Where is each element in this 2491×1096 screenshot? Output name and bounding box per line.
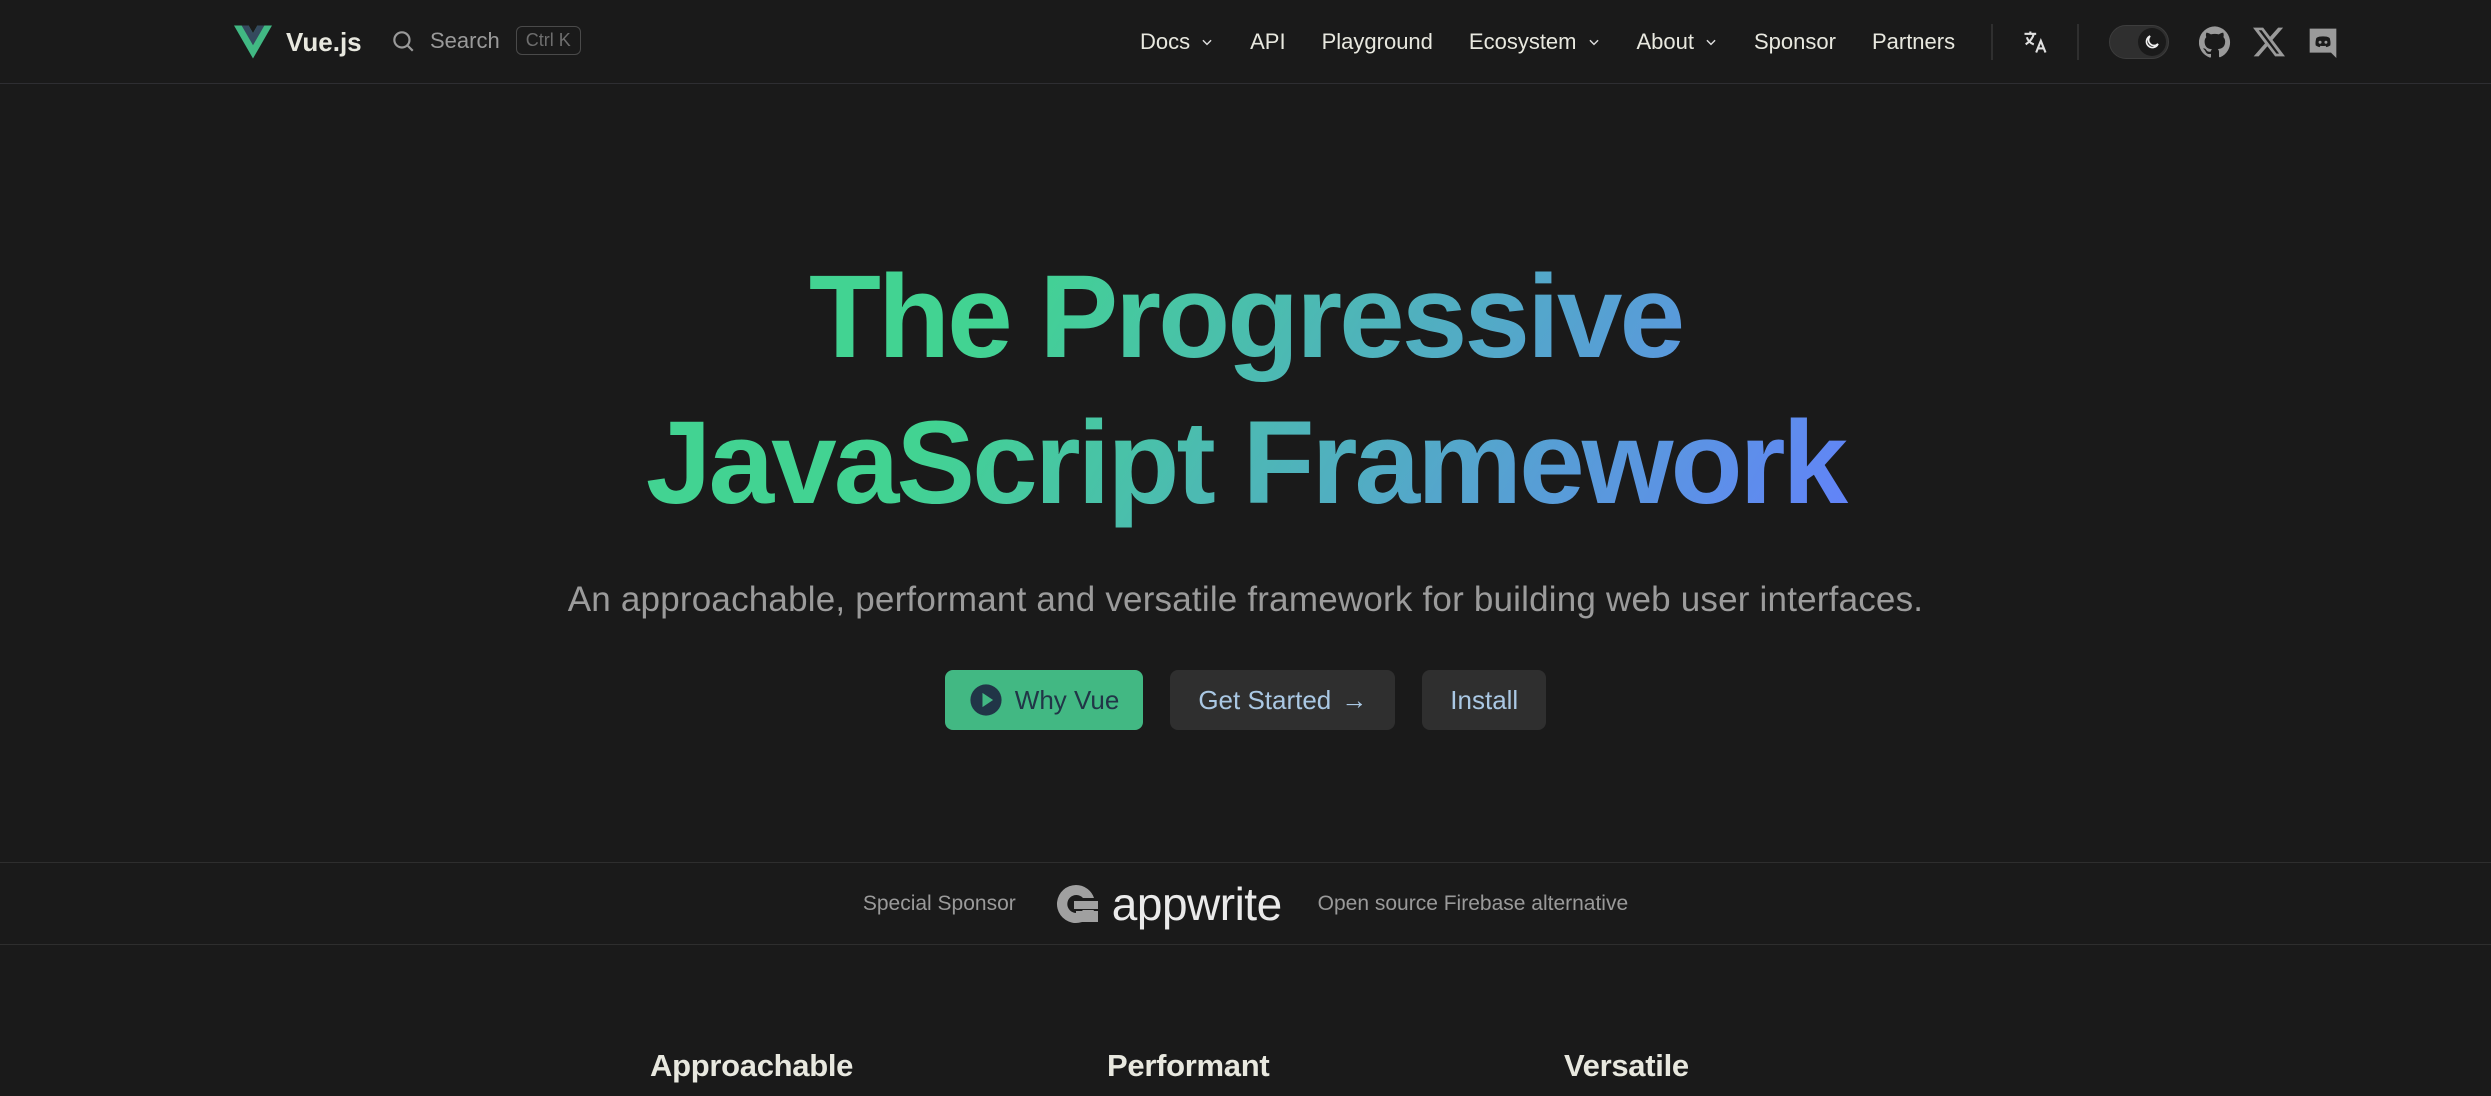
why-vue-button[interactable]: Why Vue: [944, 670, 1144, 730]
github-icon[interactable]: [2199, 26, 2231, 58]
hero-title-line-1: The Progressive: [808, 251, 1683, 383]
search-shortcut-badge: Ctrl K: [515, 26, 581, 55]
nav-link-playground[interactable]: Playground: [1322, 29, 1433, 55]
x-twitter-icon[interactable]: [2253, 26, 2286, 58]
hero-title: The Progressive JavaScript Framework: [596, 244, 1896, 536]
nav-link-ecosystem[interactable]: Ecosystem: [1469, 29, 1601, 55]
hero-section: The Progressive JavaScript Framework An …: [0, 84, 2491, 730]
dark-mode-toggle[interactable]: [2109, 25, 2170, 59]
nav-divider: [2077, 24, 2080, 60]
nav-link-sponsor[interactable]: Sponsor: [1754, 29, 1836, 55]
install-label: Install: [1450, 684, 1519, 715]
chevron-down-icon: [1588, 39, 1599, 46]
search-label: Search: [430, 27, 500, 53]
sponsor-label: Special Sponsor: [862, 891, 1016, 915]
hero-actions: Why Vue Get Started → Install: [0, 670, 2491, 730]
sponsor-name: appwrite: [1111, 877, 1282, 930]
nav-link-label: Playground: [1321, 29, 1433, 54]
chevron-down-icon: [1706, 39, 1716, 46]
logo-text: Vue.js: [286, 26, 362, 57]
play-icon: [970, 684, 1002, 716]
vue-logo-link[interactable]: Vue.js: [234, 25, 362, 59]
appwrite-sponsor-link[interactable]: appwrite: [1052, 877, 1282, 931]
feature-title-versatile: Versatile: [1564, 1048, 1689, 1083]
appwrite-logo-icon: [1056, 884, 1098, 923]
discord-icon[interactable]: [2307, 26, 2339, 58]
nav-link-docs[interactable]: Docs: [1140, 29, 1214, 55]
sponsor-description: Open source Firebase alternative: [1317, 891, 1629, 915]
nav-link-label: Partners: [1871, 29, 1956, 54]
feature-title-approachable: Approachable: [650, 1048, 854, 1083]
nav-link-partners[interactable]: Partners: [1872, 29, 1955, 55]
search-icon: [393, 30, 414, 52]
nav-link-label: Sponsor: [1754, 29, 1836, 54]
special-sponsor-bar: Special Sponsor appwrite Open source Fir…: [0, 862, 2491, 945]
get-started-button[interactable]: Get Started →: [1170, 670, 1396, 730]
install-button[interactable]: Install: [1422, 670, 1547, 730]
nav-link-label: Docs: [1140, 29, 1191, 54]
vue-logo-icon: [234, 25, 272, 59]
moon-icon: [2145, 35, 2159, 49]
arrow-right-icon: →: [1341, 684, 1368, 715]
search-button[interactable]: Search Ctrl K: [390, 26, 581, 55]
top-nav: Vue.js Search Ctrl K Docs API Playground…: [0, 0, 2491, 84]
hero-tagline: An approachable, performant and versatil…: [567, 580, 1924, 619]
nav-links: Docs API Playground Ecosystem About Spon…: [1140, 0, 2361, 84]
hero-title-line-2: JavaScript Framework: [645, 397, 1846, 529]
features-row: Approachable Performant Versatile: [650, 1048, 2021, 1084]
translate-icon[interactable]: [2021, 28, 2049, 56]
nav-link-label: Ecosystem: [1468, 29, 1577, 54]
nav-link-label: API: [1250, 29, 1286, 54]
get-started-label: Get Started: [1198, 684, 1332, 715]
feature-title-performant: Performant: [1107, 1048, 1270, 1083]
nav-divider: [1991, 24, 1994, 60]
chevron-down-icon: [1202, 39, 1212, 46]
toggle-knob: [2138, 28, 2167, 56]
nav-link-label: About: [1636, 29, 1695, 54]
nav-link-api[interactable]: API: [1250, 29, 1285, 55]
why-vue-label: Why Vue: [1014, 684, 1120, 715]
nav-link-about[interactable]: About: [1637, 29, 1719, 55]
